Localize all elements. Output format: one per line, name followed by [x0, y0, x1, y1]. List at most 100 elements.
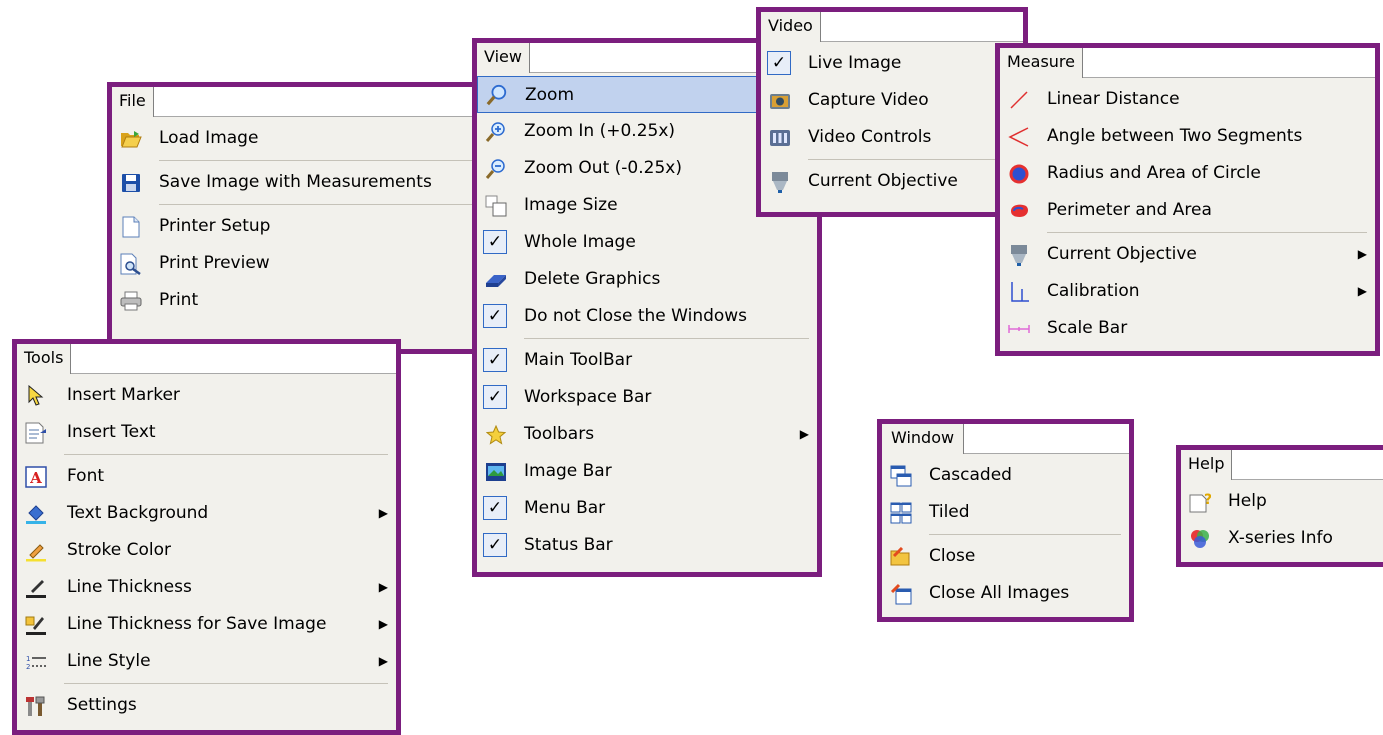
menu-item-label: Live Image [808, 53, 902, 73]
menu-item-print-preview[interactable]: Print Preview [112, 245, 480, 282]
window-menu-tab[interactable]: Window [882, 424, 965, 454]
menu-item-status-bar[interactable]: ✓ Status Bar [477, 527, 817, 564]
menu-item-main-toolbar[interactable]: ✓ Main ToolBar [477, 342, 817, 379]
menu-item-perimeter-area[interactable]: Perimeter and Area [1000, 192, 1375, 229]
tools-menu-tab[interactable]: Tools [17, 344, 72, 374]
separator [64, 454, 388, 455]
menu-item-label: Help [1228, 491, 1267, 511]
close-all-icon [890, 583, 912, 605]
menu-item-delete-graphics[interactable]: Delete Graphics [477, 261, 817, 298]
menu-header: Tools [17, 344, 396, 374]
menu-item-workspace-bar[interactable]: ✓ Workspace Bar [477, 379, 817, 416]
menu-item-label: Zoom In (+0.25x) [524, 121, 676, 141]
menu-item-label: Angle between Two Segments [1047, 126, 1303, 146]
line-thickness-save-icon [25, 614, 47, 636]
menu-item-menu-bar[interactable]: ✓ Menu Bar [477, 490, 817, 527]
svg-text:2: 2 [26, 663, 30, 670]
menu-item-line-style[interactable]: 12 Line Style ▶ [17, 643, 396, 680]
submenu-arrow-icon: ▶ [378, 506, 388, 520]
menu-item-help[interactable]: ? Help [1181, 483, 1383, 520]
menu-item-current-objective[interactable]: Current Objective ▶ [1000, 236, 1375, 273]
view-menu-tab[interactable]: View [477, 43, 530, 73]
image-bar-icon [485, 461, 507, 483]
menu-item-label: Line Style [67, 651, 151, 671]
menu-item-angle[interactable]: Angle between Two Segments [1000, 118, 1375, 155]
zoom-in-icon [485, 121, 507, 143]
menu-item-label: Current Objective [808, 171, 958, 191]
menu-item-stroke-color[interactable]: Stroke Color [17, 532, 396, 569]
menu-item-print[interactable]: Print [112, 282, 480, 319]
tools-menu: Tools Insert Marker Insert Text A Font T… [12, 339, 401, 735]
menu-item-label: Settings [67, 695, 137, 715]
menu-item-toolbars[interactable]: Toolbars ▶ [477, 416, 817, 453]
menu-item-current-objective[interactable]: Current Objective [761, 163, 1023, 200]
line-style-icon: 12 [25, 651, 47, 673]
menu-item-load-image[interactable]: Load Image [112, 120, 480, 157]
menu-item-whole-image[interactable]: ✓ Whole Image [477, 224, 817, 261]
menu-item-save-image[interactable]: Save Image with Measurements [112, 164, 480, 201]
menu-item-do-not-close-windows[interactable]: ✓ Do not Close the Windows [477, 298, 817, 335]
menu-item-video-controls[interactable]: Video Controls [761, 119, 1023, 156]
menu-item-line-thickness[interactable]: Line Thickness ▶ [17, 569, 396, 606]
menu-item-label: Save Image with Measurements [159, 172, 432, 192]
menu-item-tiled[interactable]: Tiled [882, 494, 1129, 531]
submenu-arrow-icon: ▶ [378, 580, 388, 594]
measure-menu: Measure Linear Distance Angle between Tw… [995, 43, 1380, 356]
menu-item-label: Image Bar [524, 461, 612, 481]
menu-item-linear-distance[interactable]: Linear Distance [1000, 81, 1375, 118]
image-size-icon [485, 195, 507, 217]
menu-header: Video [761, 12, 1023, 42]
font-icon: A [25, 466, 47, 488]
submenu-arrow-icon: ▶ [1357, 247, 1367, 261]
menu-item-line-thickness-save[interactable]: Line Thickness for Save Image ▶ [17, 606, 396, 643]
cascade-icon [890, 465, 912, 487]
menu-item-live-image[interactable]: ✓ Live Image [761, 45, 1023, 82]
menu-header: Measure [1000, 48, 1375, 78]
menu-item-close[interactable]: Close [882, 538, 1129, 575]
menu-item-text-background[interactable]: Text Background ▶ [17, 495, 396, 532]
menu-header: Window [882, 424, 1129, 454]
menu-item-printer-setup[interactable]: Printer Setup [112, 208, 480, 245]
menu-item-label: Zoom [525, 85, 575, 105]
measure-menu-tab[interactable]: Measure [1000, 48, 1083, 78]
separator [1047, 232, 1367, 233]
menu-item-label: Do not Close the Windows [524, 306, 748, 326]
tools-icon [25, 695, 47, 717]
magnifier-icon [486, 84, 508, 106]
menu-item-label: Load Image [159, 128, 259, 148]
menu-item-label: Menu Bar [524, 498, 606, 518]
menu-item-label: Line Thickness for Save Image [67, 614, 327, 634]
angle-icon [1008, 126, 1030, 148]
menu-item-capture-video[interactable]: Capture Video [761, 82, 1023, 119]
checkmark-icon: ✓ [767, 51, 791, 75]
menu-item-font[interactable]: A Font [17, 458, 396, 495]
calibration-icon [1008, 281, 1030, 303]
help-menu: Help ? Help X-series Info [1176, 445, 1383, 567]
menu-item-label: Cascaded [929, 465, 1012, 485]
separator [159, 204, 472, 205]
text-icon [25, 422, 47, 444]
menu-item-cascaded[interactable]: Cascaded [882, 457, 1129, 494]
menu-item-calibration[interactable]: Calibration ▶ [1000, 273, 1375, 310]
menu-item-image-bar[interactable]: Image Bar [477, 453, 817, 490]
menu-item-x-series-info[interactable]: X-series Info [1181, 520, 1383, 557]
menu-item-close-all-images[interactable]: Close All Images [882, 575, 1129, 612]
tile-icon [890, 502, 912, 524]
menu-item-insert-marker[interactable]: Insert Marker [17, 377, 396, 414]
folder-open-icon [120, 128, 142, 150]
line-icon [1008, 89, 1030, 111]
separator [64, 683, 388, 684]
svg-text:A: A [29, 469, 42, 487]
menu-item-settings[interactable]: Settings [17, 687, 396, 724]
file-menu-tab[interactable]: File [112, 87, 154, 117]
menu-item-label: Calibration [1047, 281, 1140, 301]
menu-header: File [112, 87, 480, 117]
submenu-arrow-icon: ▶ [378, 654, 388, 668]
menu-item-scale-bar[interactable]: Scale Bar [1000, 310, 1375, 347]
video-menu-tab[interactable]: Video [761, 12, 821, 42]
menu-item-label: Line Thickness [67, 577, 192, 597]
menu-item-label: Workspace Bar [524, 387, 652, 407]
help-menu-tab[interactable]: Help [1181, 450, 1233, 480]
menu-item-radius-area-circle[interactable]: Radius and Area of Circle [1000, 155, 1375, 192]
menu-item-insert-text[interactable]: Insert Text [17, 414, 396, 451]
